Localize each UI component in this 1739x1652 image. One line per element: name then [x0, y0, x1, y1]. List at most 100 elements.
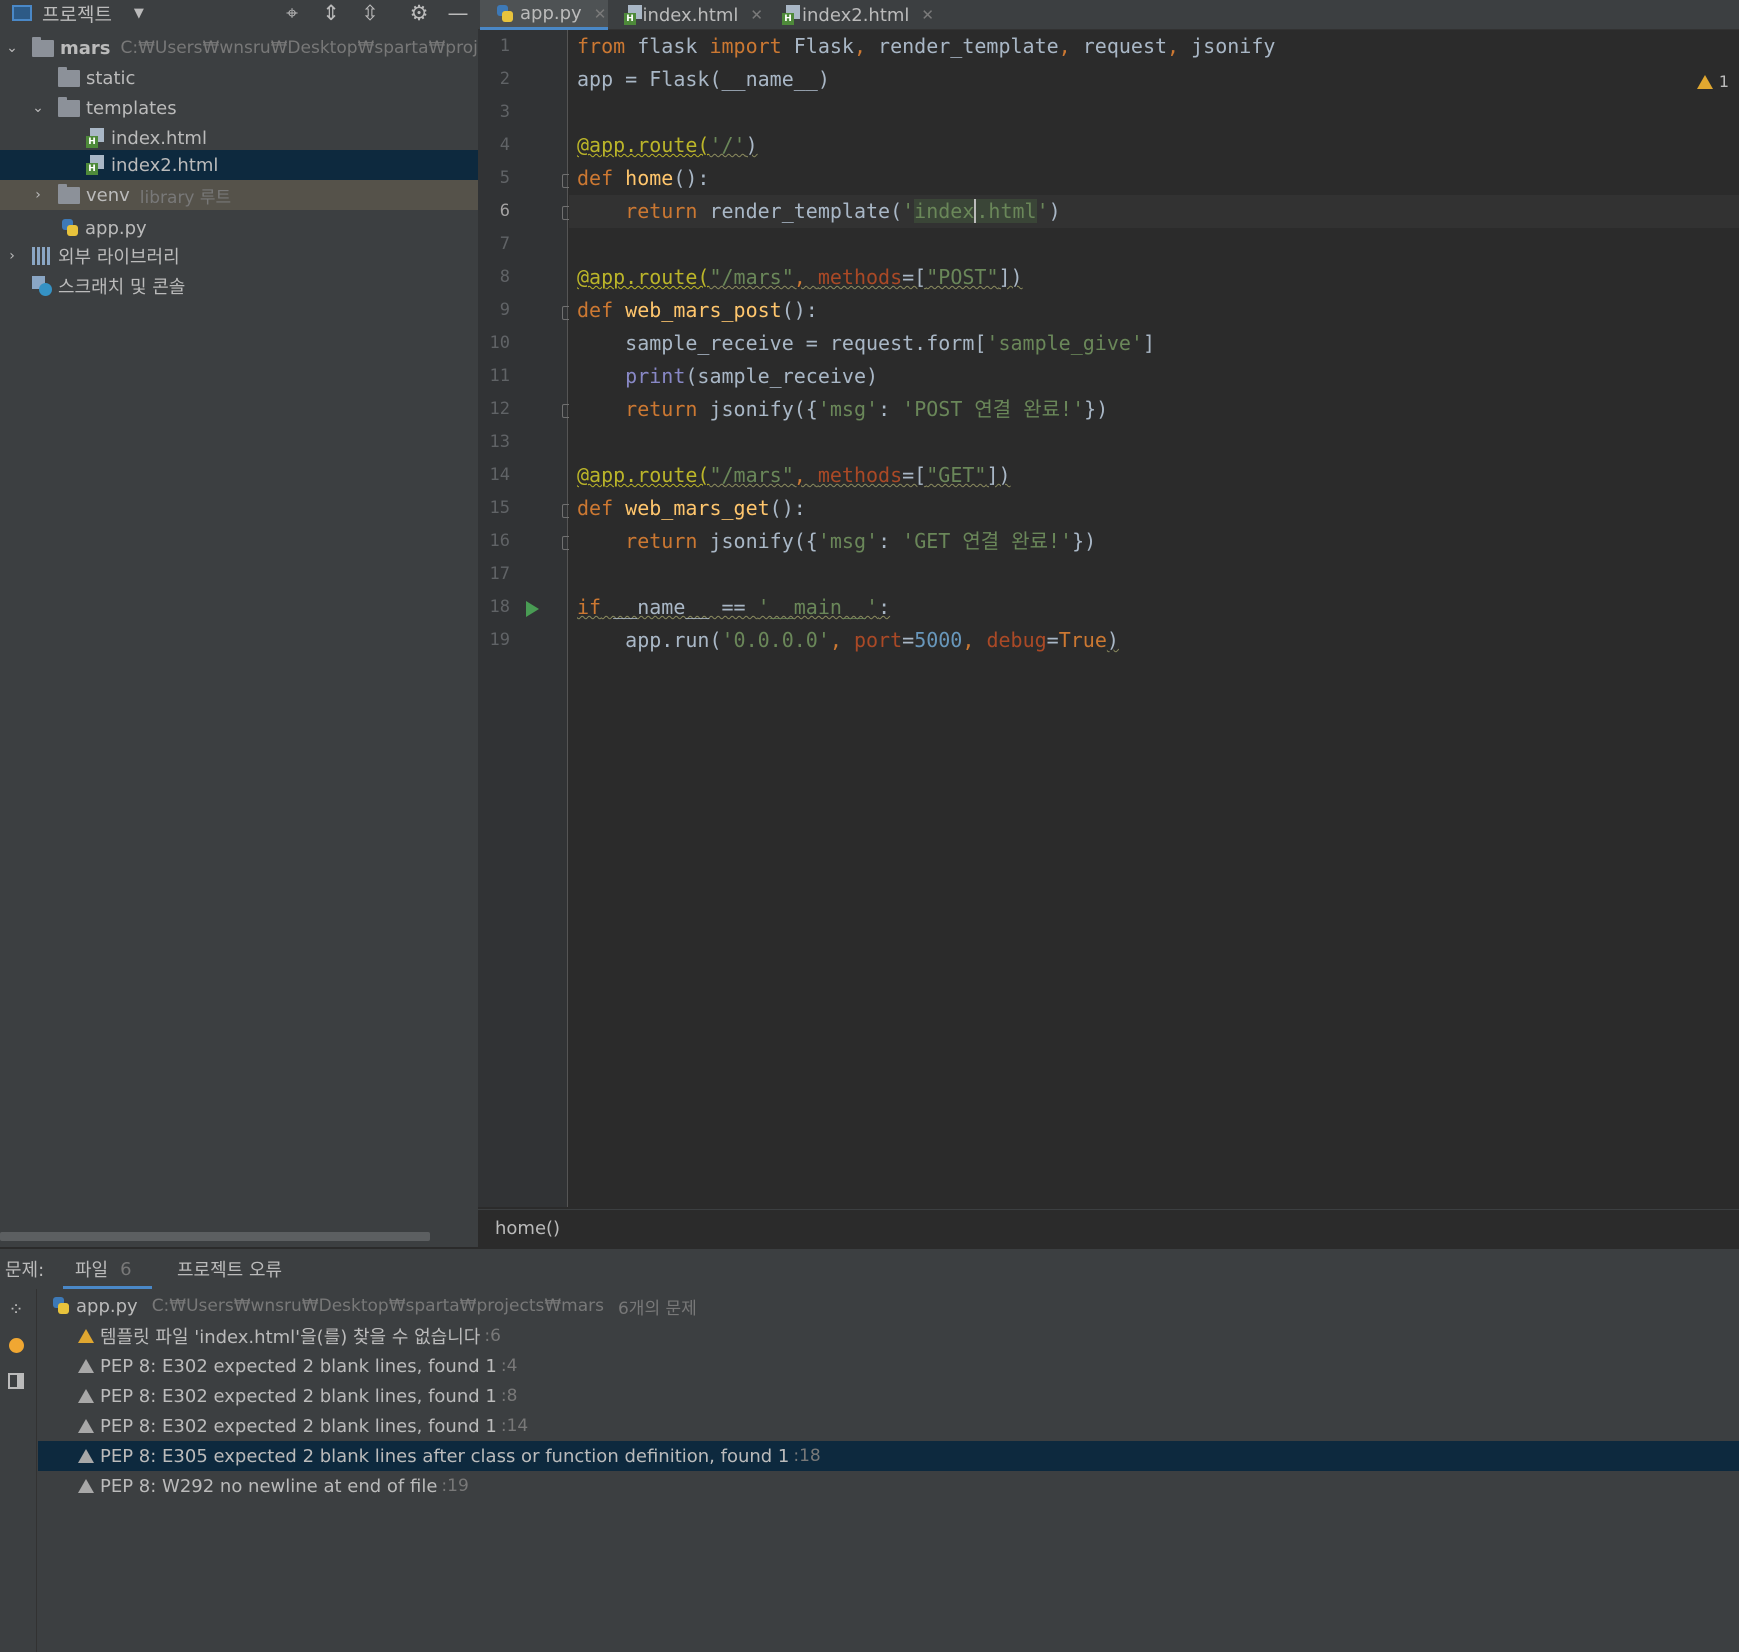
code-token: import [709, 34, 782, 58]
code-token: ] [1142, 331, 1155, 355]
close-icon[interactable]: ✕ [750, 6, 763, 24]
chevron-down-icon[interactable]: ⌄ [31, 100, 45, 116]
tree-item-note: library 루트 [139, 187, 232, 208]
code-token: web_mars_get [613, 496, 770, 520]
tree-item-index-html[interactable]: H index.html [0, 123, 478, 153]
tree-item-templates[interactable]: ⌄ templates [0, 93, 478, 123]
project-view-selector[interactable]: 프로젝트 ▼ [12, 0, 144, 26]
tab-index2-html[interactable]: H index2.html ✕ [766, 0, 934, 30]
tree-item-external-libraries[interactable]: › 외부 라이브러리 [0, 241, 478, 271]
tree-item-index2-html[interactable]: H index2.html [0, 150, 478, 180]
group-by-icon[interactable]: ⁘ [6, 1299, 26, 1320]
problem-location: :8 [500, 1386, 518, 1406]
breadcrumb[interactable]: home() [478, 1209, 1739, 1247]
code-token: }) [1072, 529, 1097, 553]
code-token: methods [817, 265, 903, 289]
weak-warning-icon [78, 1359, 94, 1373]
problem-text: 템플릿 파일 'index.html'을(를) 찾을 수 없습니다 [100, 1327, 481, 1348]
preview-icon[interactable] [6, 1371, 26, 1391]
problem-item[interactable]: PEP 8: E305 expected 2 blank lines after… [38, 1441, 1739, 1471]
problem-item[interactable]: PEP 8: E302 expected 2 blank lines, foun… [38, 1381, 1739, 1411]
locate-icon[interactable]: ⌖ [279, 0, 305, 26]
code-token: "POST" [926, 265, 999, 289]
code-line-18: if __name__ == '__main__': [569, 591, 1739, 624]
tab-file[interactable]: 파일 6 [63, 1249, 152, 1289]
problem-item[interactable]: PEP 8: E302 expected 2 blank lines, foun… [38, 1411, 1739, 1441]
code-token: , [962, 628, 987, 652]
code-token: ' [1036, 199, 1049, 223]
code-token: render_template [866, 34, 1059, 58]
line-number: 2 [499, 69, 510, 89]
tab-app-py[interactable]: app.py ✕ [480, 0, 608, 30]
problems-file-row[interactable]: app.py C:₩Users₩wnsru₩Desktop₩sparta₩pro… [38, 1291, 1739, 1321]
horizontal-scrollbar[interactable] [0, 1232, 430, 1241]
tree-item-label: templates [86, 97, 177, 119]
folder-icon [58, 183, 80, 204]
code-token: 'sample_give' [986, 331, 1143, 355]
problem-text: PEP 8: E305 expected 2 blank lines after… [100, 1445, 790, 1467]
chevron-down-icon[interactable]: ▼ [134, 6, 144, 21]
project-panel-title: 프로젝트 [42, 3, 112, 26]
problem-item[interactable]: 템플릿 파일 'index.html'을(를) 찾을 수 없습니다 :6 [38, 1321, 1739, 1351]
tab-label: index.html [642, 4, 739, 26]
code-line-14: @app.route("/mars", methods=["GET"]) [569, 459, 1739, 492]
code-line-6: return render_template('index .html') [569, 195, 1739, 228]
chevron-right-icon[interactable]: › [31, 187, 45, 203]
line-number: 4 [499, 135, 510, 155]
editor-gutter[interactable]: 1 2 3 4 5 6 7 8 9 10 11 12 13 14 15 16 17 18 19 [478, 30, 605, 1207]
code-line-10: sample_receive = request.form['sample_gi… [569, 327, 1739, 360]
code-token: debug [986, 628, 1047, 652]
gear-icon[interactable]: ⚙ [406, 0, 432, 26]
lightbulb-icon[interactable] [6, 1335, 26, 1355]
tree-item-static[interactable]: static [0, 63, 478, 93]
problem-location: :19 [441, 1476, 469, 1496]
chevron-down-icon[interactable]: ⌄ [5, 40, 19, 56]
breadcrumb-item[interactable]: home() [495, 1218, 560, 1239]
line-number: 15 [489, 498, 510, 518]
code-token: ]) [986, 463, 1011, 487]
chevron-right-icon[interactable]: › [5, 248, 19, 264]
tab-index-html[interactable]: H index.html ✕ [608, 0, 763, 30]
line-number: 5 [499, 168, 510, 188]
inspection-widget[interactable]: 1 [1696, 72, 1729, 91]
close-icon[interactable]: ✕ [594, 5, 607, 23]
code-line-8: @app.route("/mars", methods=["POST"]) [569, 261, 1739, 294]
tab-project-errors[interactable]: 프로젝트 오류 [177, 1249, 282, 1289]
tree-item-label: 외부 라이브러리 [58, 247, 180, 268]
problem-item[interactable]: PEP 8: W292 no newline at end of file :1… [38, 1471, 1739, 1501]
line-number: 12 [489, 399, 510, 419]
tree-item-venv[interactable]: › venv library 루트 [0, 180, 478, 210]
code-token: sample_receive = request.form[ [577, 331, 987, 355]
line-number: 9 [499, 300, 510, 320]
tree-item-scratches[interactable]: 스크래치 및 콘솔 [0, 271, 478, 301]
code-token: , [1058, 34, 1071, 58]
close-icon[interactable]: ✕ [921, 6, 934, 24]
code-token: '/' [709, 133, 746, 157]
warning-icon [78, 1329, 94, 1343]
code-line-11: print(sample_receive) [569, 360, 1739, 393]
weak-warning-icon [78, 1479, 94, 1493]
problem-item[interactable]: PEP 8: E302 expected 2 blank lines, foun… [38, 1351, 1739, 1381]
hide-panel-icon[interactable]: — [445, 0, 471, 26]
project-panel: 프로젝트 ▼ ⌖ ⇕ ⇳ ⚙ — ⌄ mars C:₩Users₩wnsru₩D… [0, 0, 478, 1247]
code-token: 'msg' [817, 397, 879, 421]
expand-all-icon[interactable]: ⇕ [318, 0, 344, 26]
tree-item-app-py[interactable]: app.py [0, 213, 478, 243]
problems-file-count: 6개의 문제 [617, 1298, 697, 1319]
code-token: , [793, 463, 818, 487]
text-caret: .html [974, 199, 1037, 223]
collapse-all-icon[interactable]: ⇳ [357, 0, 383, 26]
python-file-icon [61, 219, 79, 237]
code-token: '0.0.0.0' [721, 628, 830, 652]
run-icon[interactable] [526, 601, 539, 617]
code-editor[interactable]: from flask import Flask, render_template… [569, 30, 1739, 1207]
tree-item-mars[interactable]: ⌄ mars C:₩Users₩wnsru₩Desktop₩sparta₩pro… [0, 33, 478, 63]
problem-text: PEP 8: W292 no newline at end of file [100, 1475, 438, 1497]
tree-item-label: venv [86, 184, 130, 206]
code-line-9: def web_mars_post(): [569, 294, 1739, 327]
code-line-2: app = Flask(__name__) [577, 67, 830, 91]
code-token: : [878, 529, 903, 553]
code-token: True [1058, 628, 1107, 652]
